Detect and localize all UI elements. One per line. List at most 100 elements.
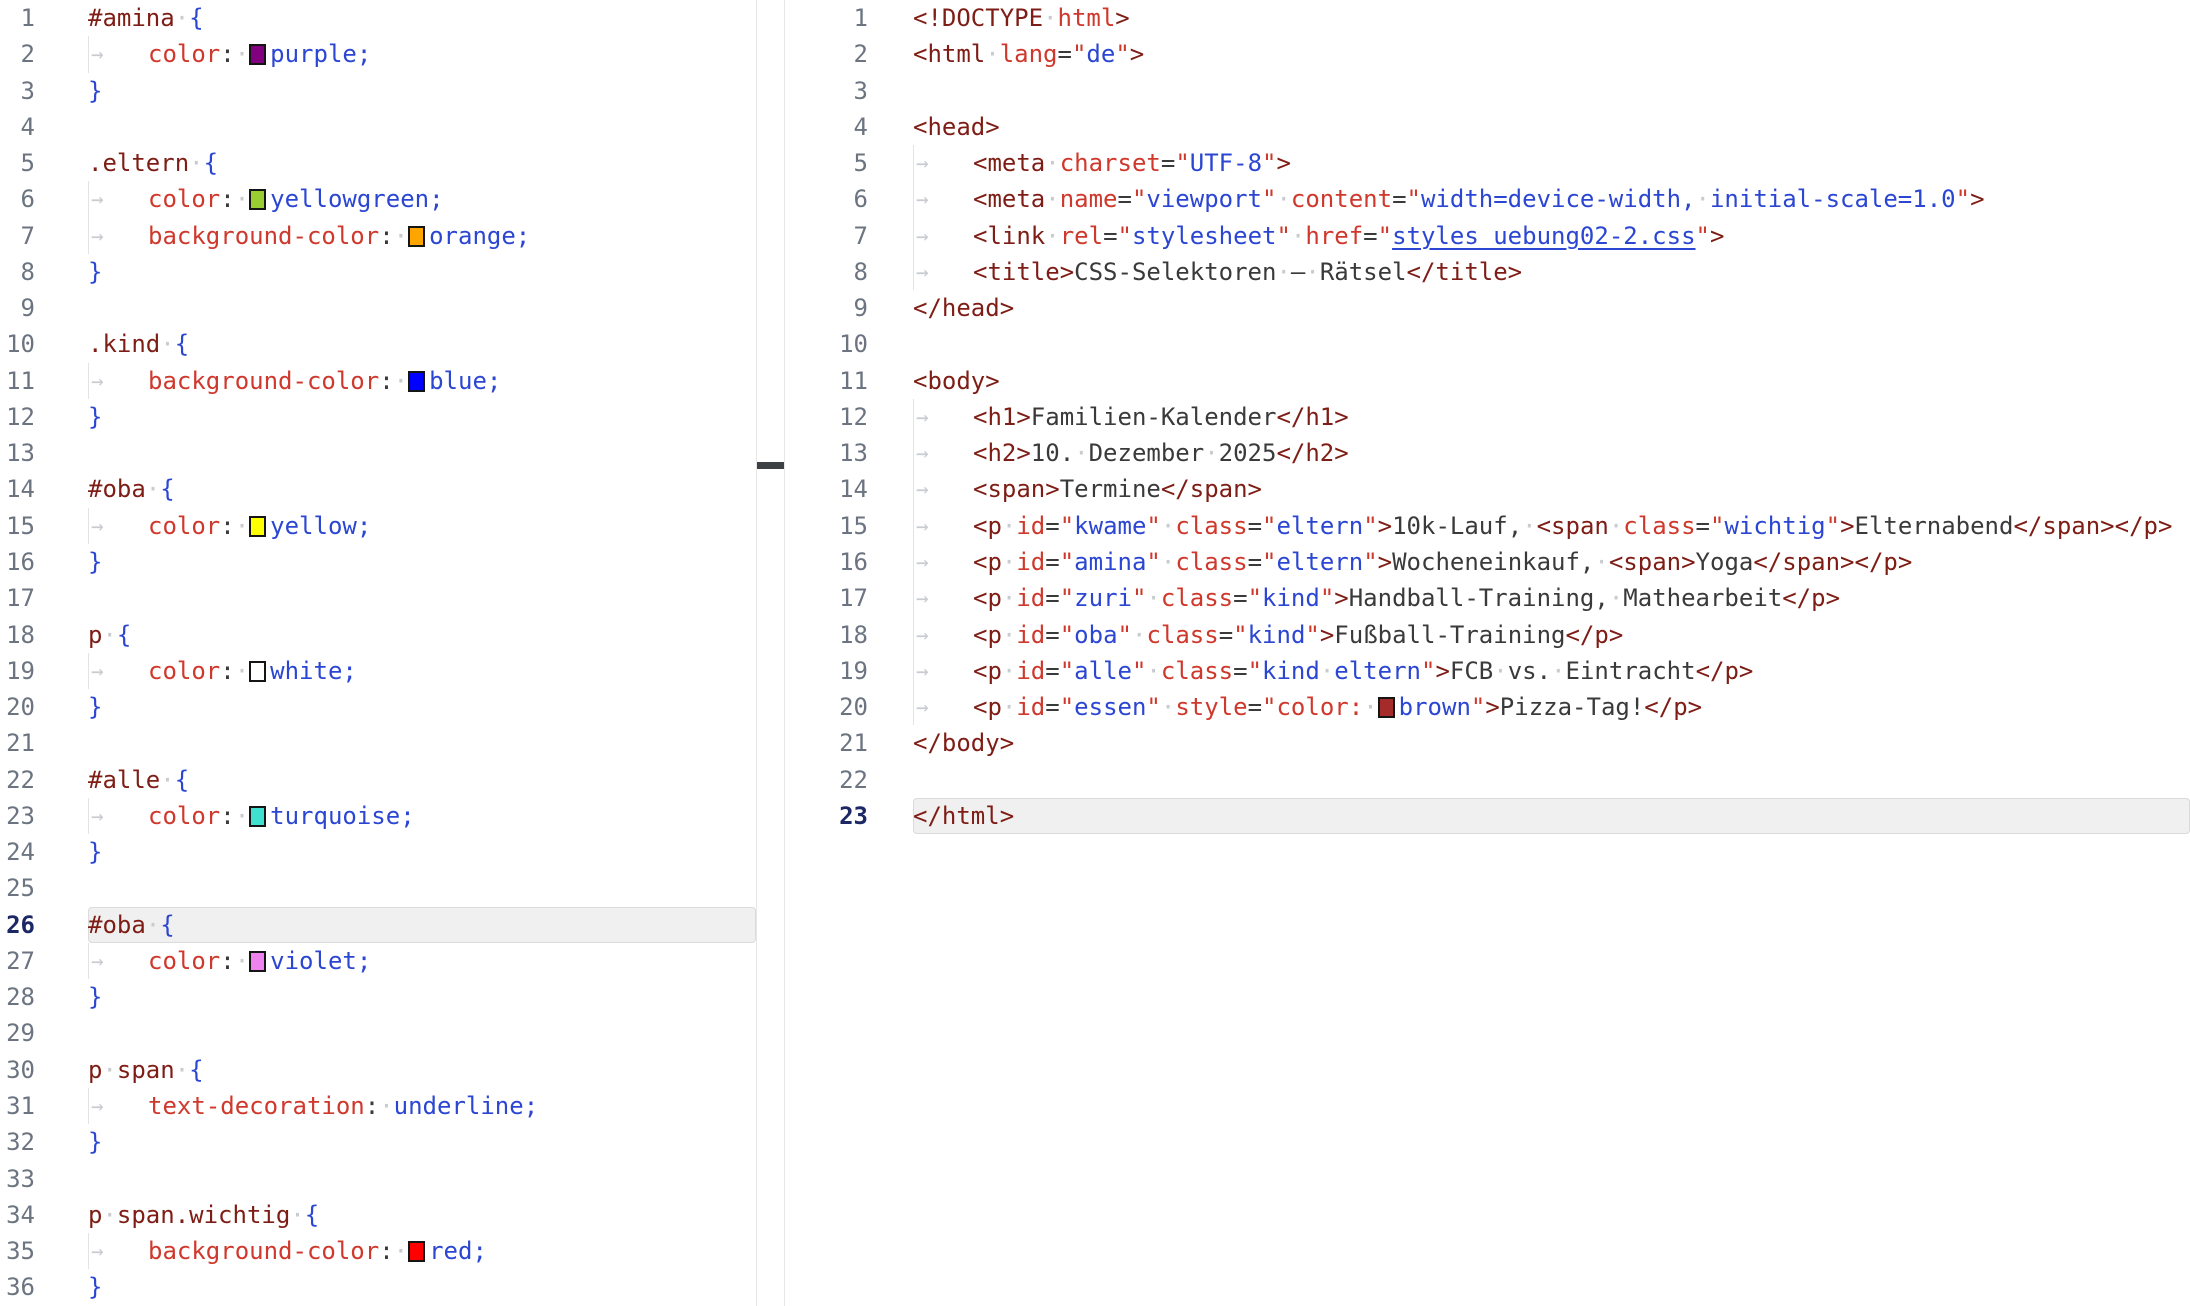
code-line[interactable]: 26#oba·{ bbox=[0, 907, 756, 943]
code-line[interactable]: 12→<h1>Familien-Kalender</h1> bbox=[785, 399, 2190, 435]
color-swatch bbox=[1378, 697, 1395, 718]
code-line[interactable]: 9 bbox=[0, 290, 756, 326]
css-editor-pane[interactable]: 1#amina·{2→color:·purple;3}45.eltern·{6→… bbox=[0, 0, 756, 1306]
code-line[interactable]: 22 bbox=[785, 762, 2190, 798]
code-line-content: <!DOCTYPE·html> bbox=[913, 0, 2190, 36]
code-line[interactable]: 23</html> bbox=[785, 798, 2190, 834]
code-line[interactable]: 30p·span·{ bbox=[0, 1052, 756, 1088]
code-line[interactable]: 6→color:·yellowgreen; bbox=[0, 181, 756, 217]
code-line[interactable]: 31→text-decoration:·underline; bbox=[0, 1088, 756, 1124]
code-line[interactable]: 28} bbox=[0, 979, 756, 1015]
code-line[interactable]: 7→<link·rel="stylesheet"·href="styles_ue… bbox=[785, 218, 2190, 254]
token-value: width=device-width, bbox=[1421, 185, 1696, 213]
code-line[interactable]: 24} bbox=[0, 834, 756, 870]
code-line[interactable]: 13 bbox=[0, 435, 756, 471]
token-attribute: " bbox=[1248, 657, 1262, 685]
token-tag: > bbox=[1334, 584, 1348, 612]
token-value: underline; bbox=[394, 1092, 539, 1120]
code-line[interactable]: 6→<meta·name="viewport"·content="width=d… bbox=[785, 181, 2190, 217]
code-line[interactable]: 34p·span.wichtig·{ bbox=[0, 1197, 756, 1233]
html-editor-pane[interactable]: 1<!DOCTYPE·html>2<html·lang="de">34<head… bbox=[785, 0, 2190, 1306]
code-line[interactable]: 8} bbox=[0, 254, 756, 290]
space-dot-icon: · bbox=[1493, 657, 1507, 685]
tab-indent-icon: → bbox=[88, 1233, 148, 1269]
code-line-content bbox=[88, 580, 756, 616]
code-line[interactable]: 33 bbox=[0, 1161, 756, 1197]
line-number: 4 bbox=[785, 109, 868, 145]
code-line-content bbox=[88, 1161, 756, 1197]
code-line-content bbox=[88, 870, 756, 906]
code-line[interactable]: 19→color:·white; bbox=[0, 653, 756, 689]
token-value: kind bbox=[1262, 657, 1320, 685]
code-line[interactable]: 8→<title>CSS-Selektoren·–·Rätsel</title> bbox=[785, 254, 2190, 290]
token-punctuation: = bbox=[1045, 621, 1059, 649]
token-tag: </span></p> bbox=[2013, 512, 2172, 540]
code-line[interactable]: 20→<p·id="essen"·style="color:·brown">Pi… bbox=[785, 689, 2190, 725]
token-attribute: charset bbox=[1060, 149, 1161, 177]
code-line[interactable]: 25 bbox=[0, 870, 756, 906]
token-attribute: background-color bbox=[148, 367, 379, 395]
code-line[interactable]: 23→color:·turquoise; bbox=[0, 798, 756, 834]
code-line[interactable]: 9</head> bbox=[785, 290, 2190, 326]
token-attribute: html bbox=[1058, 4, 1116, 32]
code-line[interactable]: 35→background-color:·red; bbox=[0, 1233, 756, 1269]
code-line[interactable]: 5.eltern·{ bbox=[0, 145, 756, 181]
code-line[interactable]: 15→<p·id="kwame"·class="eltern">10k-Lauf… bbox=[785, 508, 2190, 544]
code-line[interactable]: 3 bbox=[785, 73, 2190, 109]
code-line[interactable]: 17→<p·id="zuri"·class="kind">Handball-Tr… bbox=[785, 580, 2190, 616]
code-line[interactable]: 16} bbox=[0, 544, 756, 580]
code-line[interactable]: 12} bbox=[0, 399, 756, 435]
code-line[interactable]: 36} bbox=[0, 1269, 756, 1305]
code-line[interactable]: 14#oba·{ bbox=[0, 471, 756, 507]
code-line[interactable]: 17 bbox=[0, 580, 756, 616]
token-punctuation: = bbox=[1045, 548, 1059, 576]
code-line[interactable]: 11<body> bbox=[785, 363, 2190, 399]
token-attribute: " bbox=[1262, 185, 1276, 213]
code-line[interactable]: 27→color:·violet; bbox=[0, 943, 756, 979]
code-line[interactable]: 18→<p·id="oba"·class="kind">Fußball-Trai… bbox=[785, 617, 2190, 653]
code-line[interactable]: 4 bbox=[0, 109, 756, 145]
code-line-content: →color:·violet; bbox=[88, 943, 756, 979]
code-line[interactable]: 21</body> bbox=[785, 725, 2190, 761]
left-scrollbar-track[interactable] bbox=[756, 0, 785, 1306]
code-line[interactable]: 22#alle·{ bbox=[0, 762, 756, 798]
token-attribute: id bbox=[1016, 584, 1045, 612]
code-line[interactable]: 2→color:·purple; bbox=[0, 36, 756, 72]
code-line[interactable]: 7→background-color:·orange; bbox=[0, 218, 756, 254]
color-swatch bbox=[249, 661, 266, 682]
code-line[interactable]: 5→<meta·charset="UTF-8"> bbox=[785, 145, 2190, 181]
code-line[interactable]: 29 bbox=[0, 1015, 756, 1051]
code-line[interactable]: 19→<p·id="alle"·class="kind·eltern">FCB·… bbox=[785, 653, 2190, 689]
code-line[interactable]: 11→background-color:·blue; bbox=[0, 363, 756, 399]
code-line[interactable]: 13→<h2>10.·Dezember·2025</h2> bbox=[785, 435, 2190, 471]
space-dot-icon: · bbox=[1045, 222, 1059, 250]
code-line[interactable]: 1<!DOCTYPE·html> bbox=[785, 0, 2190, 36]
code-line[interactable]: 10 bbox=[785, 326, 2190, 362]
code-line[interactable]: 18p·{ bbox=[0, 617, 756, 653]
code-line[interactable]: 1#amina·{ bbox=[0, 0, 756, 36]
token-tag: </h1> bbox=[1276, 403, 1348, 431]
line-number: 15 bbox=[0, 508, 35, 544]
token-value: blue; bbox=[429, 367, 501, 395]
code-line[interactable]: 10.kind·{ bbox=[0, 326, 756, 362]
token-punctuation: = bbox=[1045, 693, 1059, 721]
code-line[interactable]: 20} bbox=[0, 689, 756, 725]
code-line[interactable]: 16→<p·id="amina"·class="eltern">Wochenei… bbox=[785, 544, 2190, 580]
code-line[interactable]: 32} bbox=[0, 1124, 756, 1160]
code-line[interactable]: 3} bbox=[0, 73, 756, 109]
line-number: 30 bbox=[0, 1052, 35, 1088]
space-dot-icon: · bbox=[1002, 621, 1016, 649]
code-line[interactable]: 14→<span>Termine</span> bbox=[785, 471, 2190, 507]
code-line[interactable]: 21 bbox=[0, 725, 756, 761]
token-attribute: " bbox=[1248, 584, 1262, 612]
code-line[interactable]: 4<head> bbox=[785, 109, 2190, 145]
space-dot-icon: · bbox=[379, 1092, 393, 1120]
space-dot-icon: · bbox=[1146, 584, 1160, 612]
line-number: 31 bbox=[0, 1088, 35, 1124]
code-line[interactable]: 2<html·lang="de"> bbox=[785, 36, 2190, 72]
stylesheet-link[interactable]: styles_uebung02-2.css bbox=[1392, 222, 1695, 250]
line-number: 24 bbox=[0, 834, 35, 870]
code-line[interactable]: 15→color:·yellow; bbox=[0, 508, 756, 544]
scrollbar-marker[interactable] bbox=[757, 462, 784, 469]
code-line-content: } bbox=[88, 979, 756, 1015]
